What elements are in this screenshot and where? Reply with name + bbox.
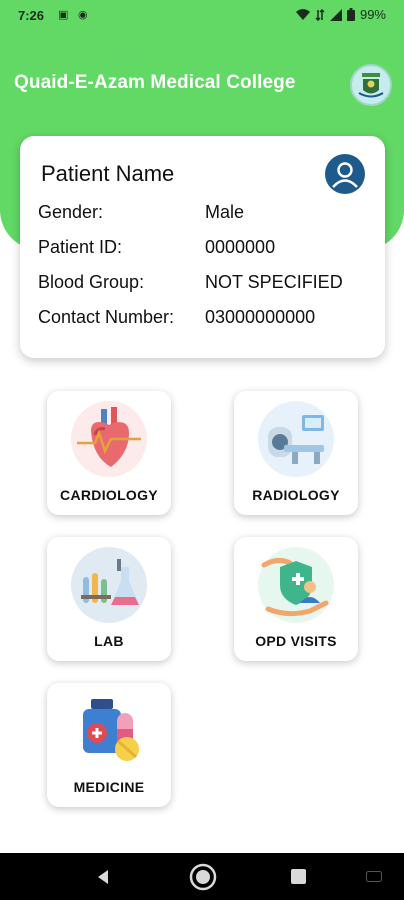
gender-label: Gender:: [38, 202, 104, 222]
keyboard-switch-icon[interactable]: [366, 871, 382, 882]
status-bar: 7:26 ▣ ◉ 99%: [0, 0, 404, 30]
opd-visits-label: OPD VISITS: [255, 633, 337, 649]
gender-value: Male: [205, 202, 245, 222]
opd-visits-tile[interactable]: OPD VISITS: [234, 537, 358, 661]
medicine-label: MEDICINE: [73, 779, 145, 795]
contact-number-label: Contact Number:: [38, 307, 175, 327]
system-navigation-bar: [0, 853, 404, 900]
cardiology-label: CARDIOLOGY: [60, 487, 158, 503]
shield-doctor-icon: [258, 547, 334, 623]
lab-flask-icon: [71, 547, 147, 623]
lab-label: LAB: [94, 633, 124, 649]
status-time: 7:26: [18, 8, 45, 23]
cardiology-tile[interactable]: CARDIOLOGY: [47, 391, 171, 515]
lab-tile[interactable]: LAB: [47, 537, 171, 661]
contact-number-value: 03000000000: [205, 307, 316, 327]
user-avatar-icon[interactable]: [325, 154, 365, 194]
app-notification-icon: ◉: [78, 9, 88, 21]
radiology-label: RADIOLOGY: [252, 487, 340, 503]
patient-id-label: Patient ID:: [38, 237, 123, 257]
blood-group-label: Blood Group:: [38, 272, 145, 292]
back-icon[interactable]: [96, 869, 110, 885]
wifi-icon: [295, 8, 310, 20]
radiology-tile[interactable]: RADIOLOGY: [234, 391, 358, 515]
heart-icon: [71, 401, 147, 477]
app-title: Quaid-E-Azam Medical College: [14, 72, 296, 93]
home-icon[interactable]: [189, 863, 217, 891]
pills-icon: [83, 699, 139, 761]
recents-icon[interactable]: [291, 869, 306, 884]
patient-name: Patient Name: [41, 161, 175, 186]
patient-info-card: Patient Name Gender: Male Patient ID: 00…: [20, 136, 385, 358]
patient-id-value: 0000000: [205, 237, 276, 257]
message-icon: ▣: [58, 9, 69, 21]
battery-icon: [346, 8, 355, 21]
medicine-tile[interactable]: MEDICINE: [47, 683, 171, 807]
mri-scanner-icon: [258, 401, 334, 477]
battery-level: 99%: [359, 7, 386, 22]
data-icon: [315, 8, 325, 21]
signal-icon: [329, 8, 342, 21]
blood-group-value: NOT SPECIFIED: [205, 272, 343, 292]
college-logo[interactable]: [350, 64, 392, 106]
